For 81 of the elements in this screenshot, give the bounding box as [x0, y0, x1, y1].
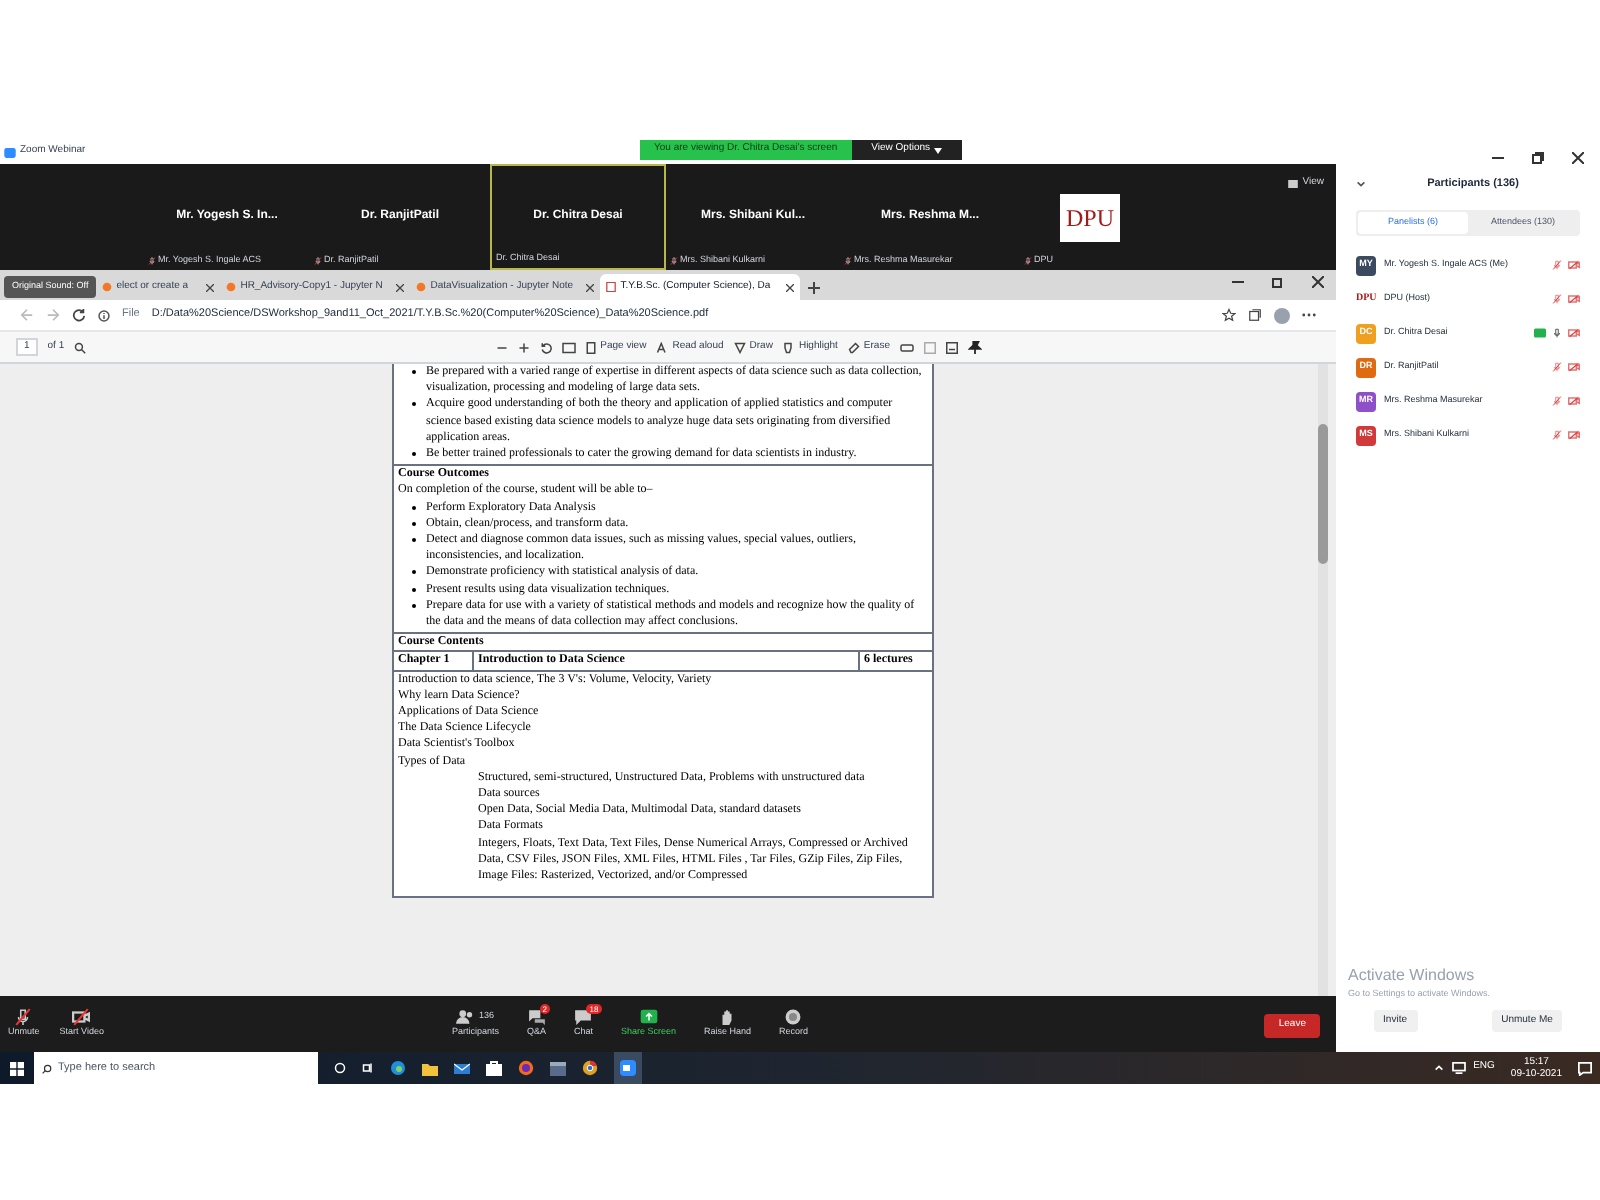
notification-icon[interactable]: [1578, 1061, 1592, 1075]
save-as-icon[interactable]: [945, 341, 958, 353]
zoom-in-icon[interactable]: [518, 341, 531, 353]
notebook-icon: [226, 282, 237, 292]
video-off-icon[interactable]: [1568, 430, 1580, 440]
grid-icon: [1288, 179, 1299, 188]
activation-title: Activate Windows: [1348, 963, 1477, 988]
collections-icon[interactable]: [1248, 308, 1262, 322]
search-icon: [42, 1063, 52, 1073]
folder-icon[interactable]: [422, 1061, 438, 1075]
muted-mic-icon[interactable]: [1552, 396, 1562, 406]
zoom-logo-icon: [4, 147, 16, 157]
muted-mic-icon: [14, 1008, 33, 1027]
muted-mic-icon: [844, 256, 852, 267]
close-icon[interactable]: [586, 283, 595, 291]
new-tab-icon[interactable]: [808, 281, 821, 293]
highlighter-icon: [782, 341, 795, 353]
mail-icon[interactable]: [454, 1061, 470, 1075]
minimize-icon[interactable]: [1232, 276, 1244, 288]
video-off-icon[interactable]: [1568, 294, 1580, 304]
close-icon[interactable]: [1312, 276, 1324, 288]
muted-mic-icon: [670, 256, 678, 267]
close-icon[interactable]: [206, 283, 215, 291]
muted-mic-icon[interactable]: [1552, 260, 1562, 270]
letter-a-icon: [656, 341, 669, 353]
notebook-icon: [102, 282, 113, 292]
share-screen-icon: [639, 1008, 658, 1027]
muted-mic-icon: [1024, 256, 1032, 267]
caret-icon: [934, 147, 943, 153]
close-icon[interactable]: [1572, 152, 1584, 164]
network-icon[interactable]: [1451, 1062, 1466, 1074]
task-view-icon[interactable]: [362, 1062, 374, 1074]
notebook-icon: [416, 282, 427, 292]
pdf-file-icon: [606, 282, 617, 292]
window-app-icon[interactable]: [550, 1061, 566, 1075]
windows-start-icon[interactable]: [10, 1061, 24, 1075]
search-icon[interactable]: [74, 341, 87, 353]
scrollbar[interactable]: [1318, 364, 1328, 996]
chrome-icon[interactable]: [582, 1060, 598, 1076]
muted-mic-icon[interactable]: [1552, 362, 1562, 372]
pin-icon[interactable]: [967, 340, 982, 354]
favorites-icon[interactable]: [1222, 308, 1236, 322]
muted-mic-icon[interactable]: [1552, 294, 1562, 304]
muted-mic-icon: [314, 256, 322, 267]
print-icon[interactable]: [899, 341, 914, 353]
store-icon[interactable]: [486, 1060, 502, 1076]
rotate-icon[interactable]: [540, 341, 553, 353]
info-icon[interactable]: [98, 309, 110, 321]
chevron-up-icon[interactable]: [1433, 1064, 1444, 1072]
people-icon: [456, 1008, 475, 1027]
muted-mic-icon[interactable]: [1552, 430, 1562, 440]
cortana-icon[interactable]: [334, 1062, 346, 1074]
record-icon: [784, 1008, 803, 1027]
mic-icon[interactable]: [1552, 328, 1562, 338]
muted-mic-icon: [148, 256, 156, 267]
firefox-icon[interactable]: [518, 1060, 534, 1076]
restore-icon[interactable]: [1272, 276, 1284, 288]
edge-icon[interactable]: [390, 1060, 406, 1076]
close-icon[interactable]: [786, 283, 795, 291]
logo-tile: DPU: [1059, 193, 1120, 241]
speech-bubbles-icon: [527, 1008, 546, 1027]
page-icon: [586, 341, 597, 353]
video-off-icon[interactable]: [1568, 260, 1580, 270]
minimize-icon[interactable]: [1492, 152, 1504, 164]
video-off-icon[interactable]: [1568, 328, 1580, 338]
video-off-icon: [72, 1008, 91, 1027]
triangle-icon: [733, 341, 746, 353]
collapse-icon[interactable]: [1356, 180, 1366, 189]
zoom-out-icon[interactable]: [496, 341, 509, 353]
video-off-icon[interactable]: [1568, 396, 1580, 406]
fit-page-icon[interactable]: [562, 341, 577, 353]
hand-icon: [718, 1008, 737, 1027]
chat-bubble-icon: [574, 1008, 593, 1027]
video-off-icon[interactable]: [1568, 362, 1580, 372]
zoom-taskbar-icon[interactable]: [614, 1052, 642, 1084]
close-icon[interactable]: [396, 283, 405, 291]
profile-avatar[interactable]: [1274, 307, 1290, 323]
more-icon[interactable]: [1302, 312, 1316, 318]
restore-icon[interactable]: [1532, 152, 1544, 164]
eraser-icon: [847, 341, 860, 353]
refresh-icon[interactable]: [72, 308, 86, 322]
